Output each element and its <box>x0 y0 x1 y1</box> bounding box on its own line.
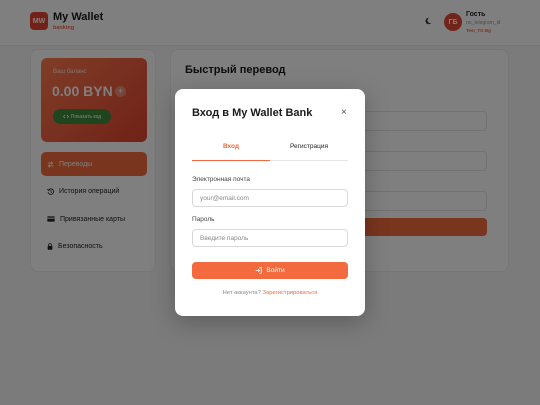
sign-in-icon <box>256 267 263 274</box>
auth-tabs: Вход Регистрация <box>192 137 348 161</box>
email-field[interactable] <box>192 189 348 207</box>
tab-register[interactable]: Регистрация <box>270 137 348 161</box>
login-button[interactable]: Войти <box>192 262 348 279</box>
login-button-label: Войти <box>266 267 285 274</box>
password-label: Пароль <box>192 216 215 223</box>
modal-title: Вход в My Wallet Bank <box>192 107 313 119</box>
register-prompt: Нет аккаунта? Зарегистрироваться <box>175 290 365 296</box>
register-prompt-text: Нет аккаунта? <box>222 290 261 296</box>
password-field[interactable] <box>192 229 348 247</box>
register-link[interactable]: Зарегистрироваться <box>263 290 318 296</box>
email-label: Электронная почта <box>192 176 251 183</box>
tab-login[interactable]: Вход <box>192 137 270 161</box>
close-icon[interactable]: × <box>341 108 347 118</box>
login-modal: Вход в My Wallet Bank × Вход Регистрация… <box>175 89 365 316</box>
